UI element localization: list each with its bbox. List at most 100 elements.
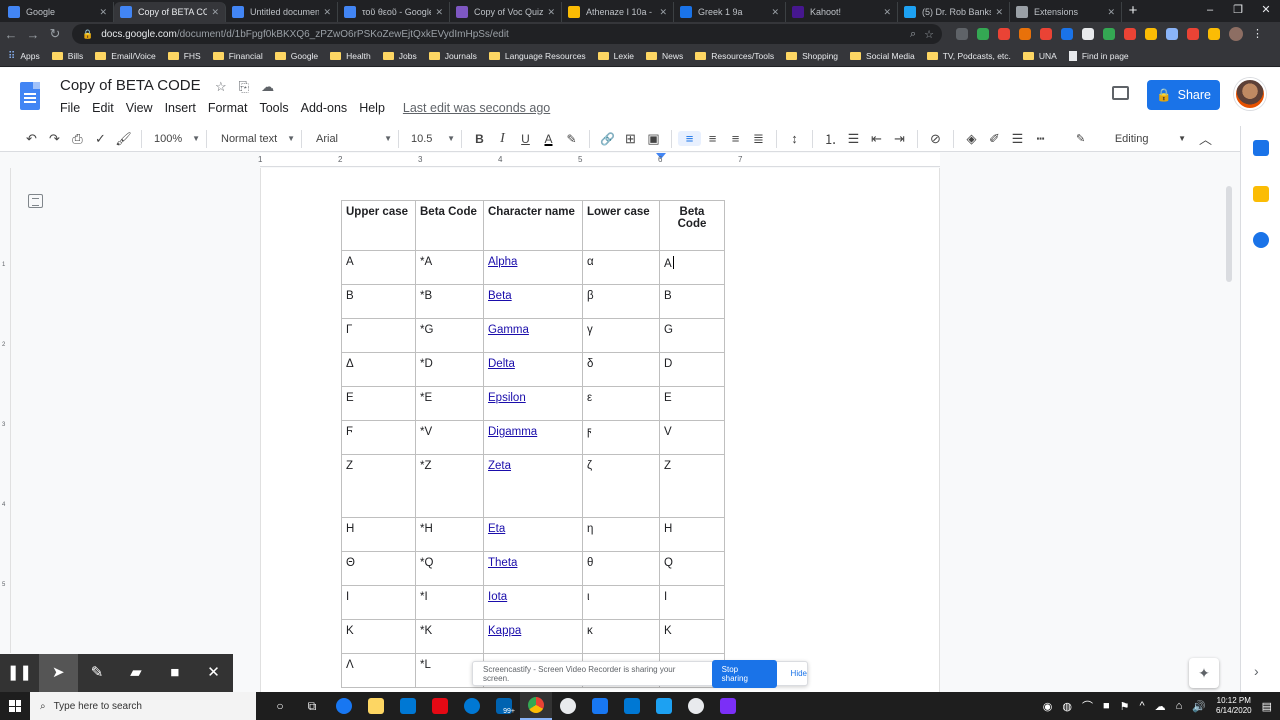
menu-file[interactable]: File: [60, 101, 80, 115]
extension-icon[interactable]: [1019, 28, 1031, 40]
header-beta-code-lower[interactable]: Beta Code: [659, 200, 725, 251]
pause-icon[interactable]: ❚❚: [0, 654, 39, 692]
font-select[interactable]: Arial ▼: [308, 133, 392, 145]
expand-panel-icon[interactable]: ›: [1254, 663, 1259, 679]
character-name-link[interactable]: Digamma: [488, 426, 537, 438]
pen-tool-icon[interactable]: ✎: [78, 654, 117, 692]
reload-icon[interactable]: ↻: [44, 26, 66, 42]
cell-character-name[interactable]: Eta: [483, 517, 583, 552]
align-right-icon[interactable]: ≡: [724, 131, 747, 146]
cell-beta-code[interactable]: *D: [415, 352, 484, 387]
cell-upper-case[interactable]: Θ: [341, 551, 416, 586]
cell-lower-case[interactable]: ε: [582, 386, 660, 421]
cell-beta-code[interactable]: *Q: [415, 551, 484, 586]
menu-insert[interactable]: Insert: [165, 101, 196, 115]
bookmark-item[interactable]: Financial: [212, 51, 263, 61]
header-upper-case[interactable]: Upper case: [341, 200, 416, 251]
show-hidden-icons[interactable]: ^: [1139, 700, 1144, 712]
netflix-icon[interactable]: [424, 692, 456, 720]
twitter-icon[interactable]: [648, 692, 680, 720]
explore-icon[interactable]: ✦: [1189, 658, 1219, 688]
extension-icon[interactable]: [1208, 28, 1220, 40]
mail-icon[interactable]: 99+: [488, 692, 520, 720]
maximize-icon[interactable]: ❐: [1224, 0, 1252, 20]
tray-app-icon[interactable]: ◍: [1062, 700, 1072, 713]
cell-beta-code[interactable]: *I: [415, 585, 484, 620]
undo-icon[interactable]: ↶: [20, 131, 43, 147]
tab-close-icon[interactable]: ✕: [547, 7, 555, 18]
align-center-icon[interactable]: ≡: [701, 131, 724, 146]
cell-beta-code-lower[interactable]: B: [659, 284, 725, 319]
file-explorer-icon[interactable]: [360, 692, 392, 720]
minimize-icon[interactable]: –: [1196, 0, 1224, 20]
network-icon[interactable]: ⌂: [1176, 700, 1183, 712]
character-name-link[interactable]: Theta: [488, 557, 517, 569]
highlight-icon[interactable]: ✎: [560, 132, 583, 146]
cell-upper-case[interactable]: Δ: [341, 352, 416, 387]
text-color-icon[interactable]: A: [537, 132, 560, 146]
forward-icon[interactable]: →: [22, 27, 44, 42]
bookmark-item[interactable]: Journals: [428, 51, 477, 61]
document-page[interactable]: Upper case Beta Code Character name Lowe…: [260, 168, 940, 692]
cell-character-name[interactable]: Delta: [483, 352, 583, 387]
bookmark-item[interactable]: TV, Podcasts, etc.: [926, 51, 1011, 61]
fill-color-icon[interactable]: ◈: [960, 131, 983, 147]
character-name-link[interactable]: Iota: [488, 591, 507, 603]
character-name-link[interactable]: Kappa: [488, 625, 521, 637]
tray-app-icon[interactable]: ⌒: [1082, 698, 1093, 714]
extension-icon[interactable]: [1124, 28, 1136, 40]
cell-upper-case[interactable]: Β: [341, 284, 416, 319]
character-name-link[interactable]: Alpha: [488, 256, 517, 268]
extension-icon[interactable]: [1166, 28, 1178, 40]
tray-app-icon[interactable]: ◉: [1043, 700, 1053, 713]
calculator-icon[interactable]: [616, 692, 648, 720]
tab-close-icon[interactable]: ✕: [211, 7, 219, 18]
border-color-icon[interactable]: ✐: [983, 131, 1006, 147]
cell-character-name[interactable]: Iota: [483, 585, 583, 620]
cell-lower-case[interactable]: ϝ: [582, 420, 660, 455]
cell-lower-case[interactable]: ι: [582, 585, 660, 620]
header-lower-case[interactable]: Lower case: [582, 200, 660, 251]
onedrive-icon[interactable]: ☁: [1155, 700, 1166, 713]
align-left-icon[interactable]: ≡: [678, 131, 701, 146]
scrollbar-thumb[interactable]: [1226, 186, 1232, 282]
style-select[interactable]: Normal text ▼: [213, 133, 295, 145]
print-icon[interactable]: ⎙: [66, 131, 89, 147]
browser-tab[interactable]: Kahoot! ✕: [786, 2, 898, 22]
paint-format-icon[interactable]: 🖌: [112, 131, 135, 147]
character-name-link[interactable]: Beta: [488, 290, 512, 302]
bookmark-item[interactable]: FHS: [167, 51, 201, 61]
cell-upper-case[interactable]: Ζ: [341, 454, 416, 518]
cell-beta-code[interactable]: *H: [415, 517, 484, 552]
bookmark-item[interactable]: Google: [274, 51, 318, 61]
tab-close-icon[interactable]: ✕: [659, 7, 667, 18]
last-edit-link[interactable]: Last edit was seconds ago: [403, 101, 550, 115]
star-icon[interactable]: ☆: [215, 79, 227, 95]
cell-beta-code-lower[interactable]: E: [659, 386, 725, 421]
extension-icon[interactable]: [1187, 28, 1199, 40]
extension-icon[interactable]: [1082, 28, 1094, 40]
tab-close-icon[interactable]: ✕: [99, 7, 107, 18]
character-name-link[interactable]: Eta: [488, 523, 505, 535]
cell-character-name[interactable]: Kappa: [483, 619, 583, 654]
extension-icon[interactable]: [1103, 28, 1115, 40]
camera-icon[interactable]: ■: [155, 654, 194, 692]
bookmark-item[interactable]: Bills: [51, 51, 83, 61]
share-button[interactable]: 🔒 Share: [1147, 80, 1220, 110]
cell-lower-case[interactable]: β: [582, 284, 660, 319]
cell-lower-case[interactable]: θ: [582, 551, 660, 586]
character-name-link[interactable]: Epsilon: [488, 392, 526, 404]
cell-beta-code-lower[interactable]: I: [659, 585, 725, 620]
cell-beta-code-lower[interactable]: Z: [659, 454, 725, 518]
docs-logo-icon[interactable]: [20, 82, 40, 110]
chrome-icon[interactable]: [520, 692, 552, 720]
cell-beta-code-lower[interactable]: V: [659, 420, 725, 455]
spellcheck-icon[interactable]: ✓: [89, 131, 112, 147]
cell-character-name[interactable]: Beta: [483, 284, 583, 319]
border-width-icon[interactable]: ☰: [1006, 131, 1029, 147]
vertical-scrollbar[interactable]: [1225, 168, 1235, 692]
tray-app-icon[interactable]: ⚑: [1120, 700, 1130, 713]
menu-help[interactable]: Help: [359, 101, 385, 115]
comments-icon[interactable]: [1112, 86, 1129, 100]
volume-icon[interactable]: 🔊: [1192, 700, 1206, 713]
